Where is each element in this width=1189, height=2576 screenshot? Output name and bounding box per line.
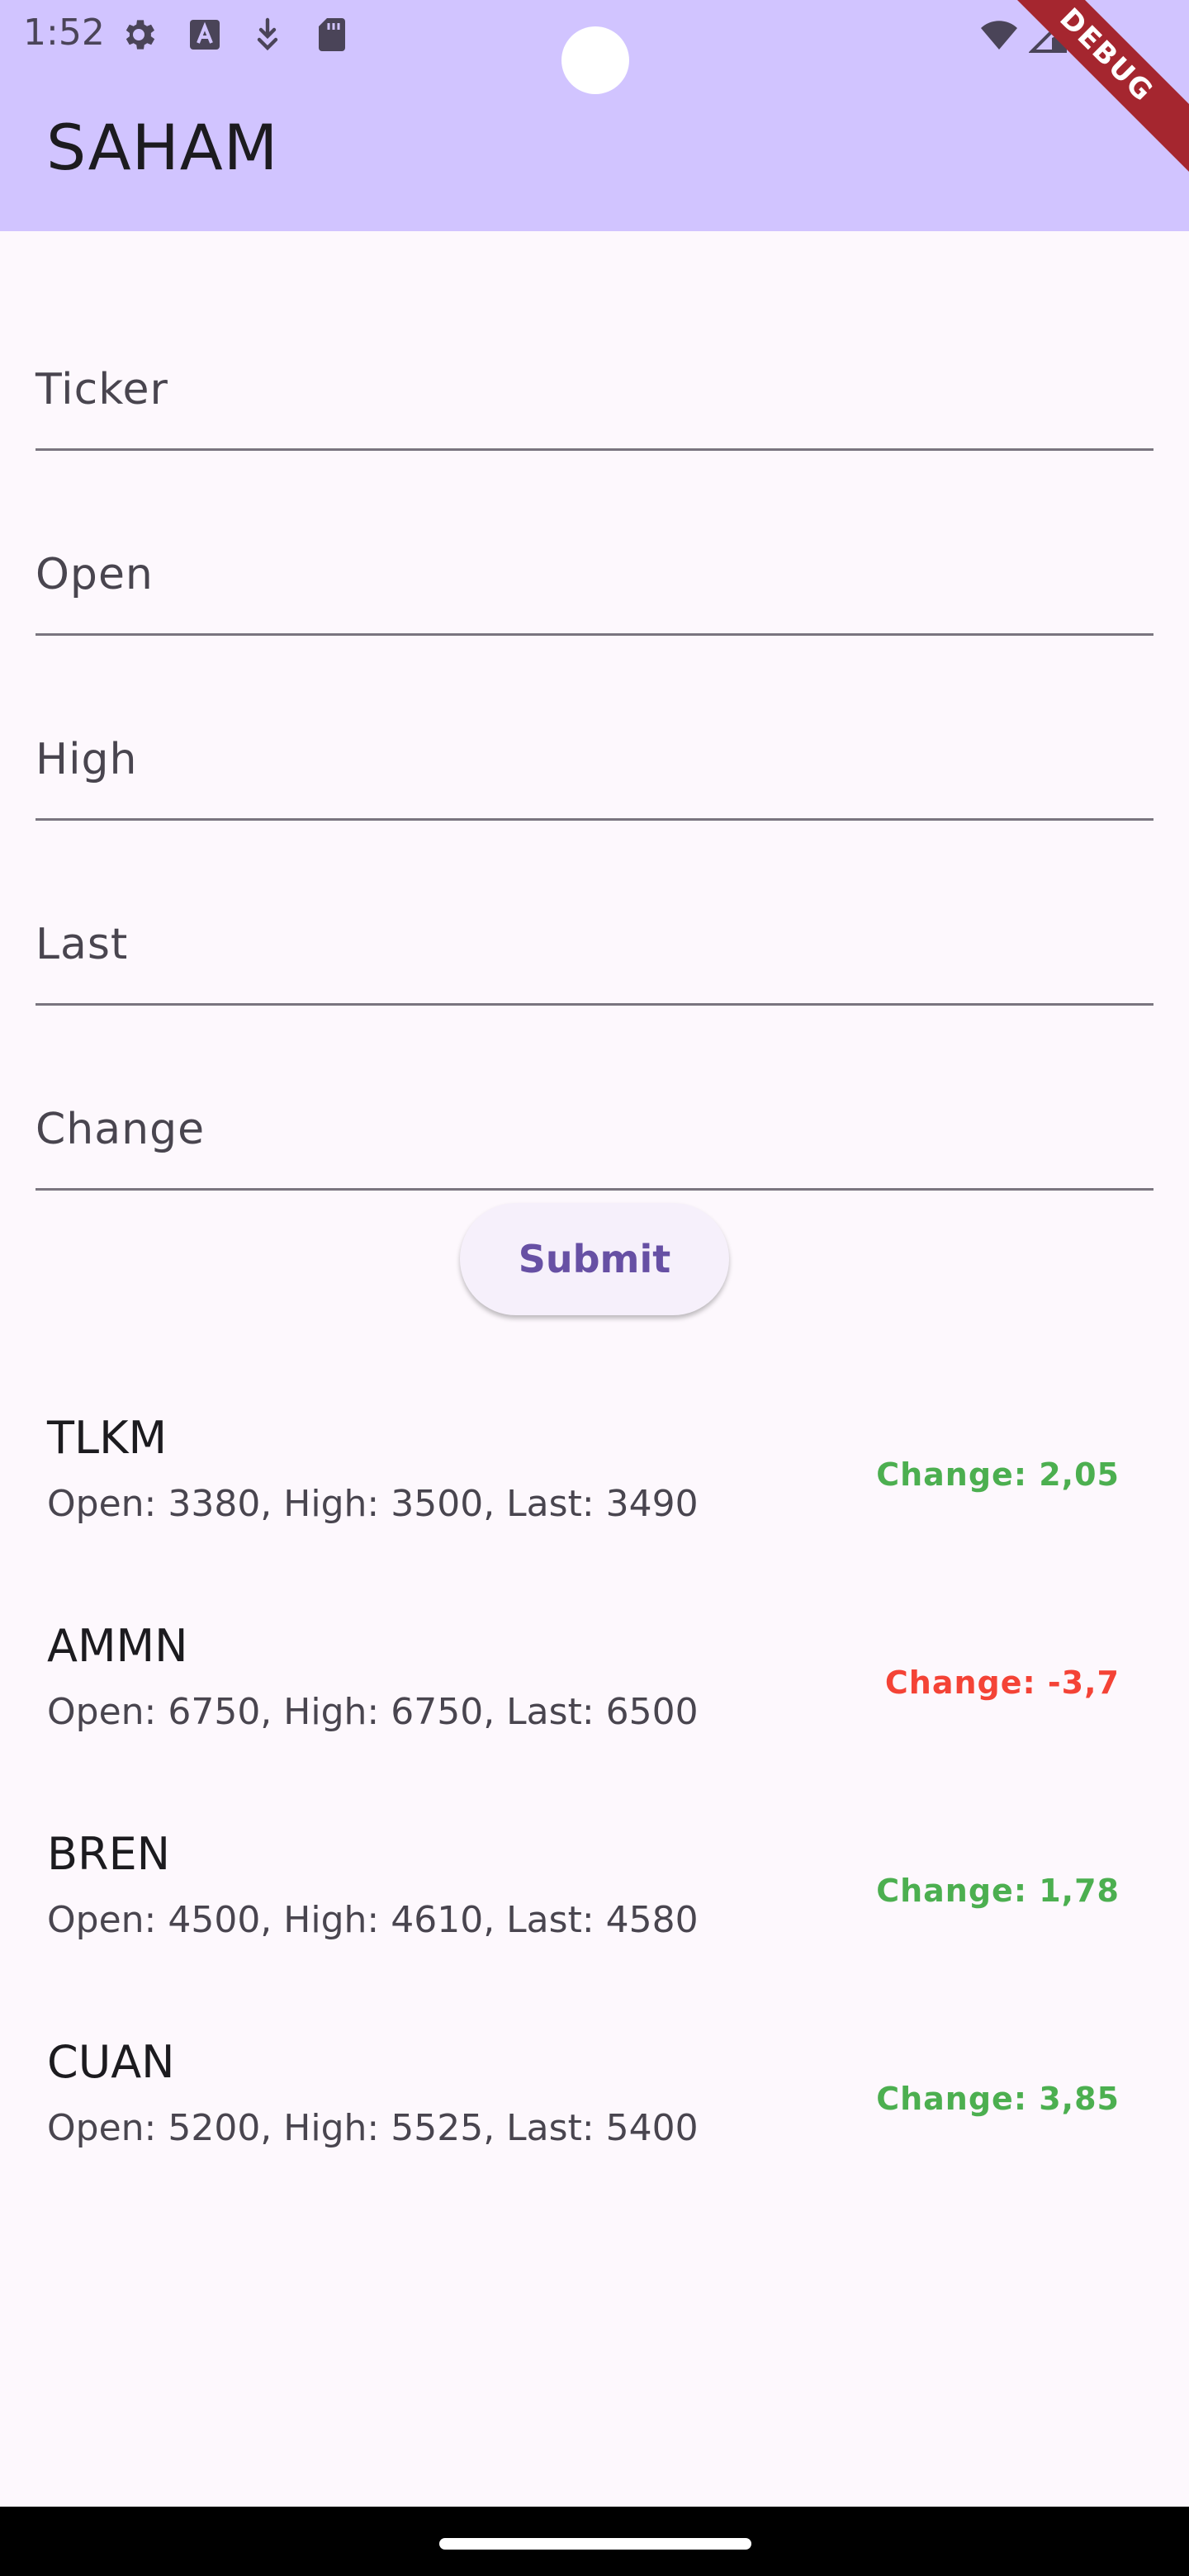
change-input[interactable] <box>36 1088 1153 1179</box>
list-item[interactable]: CUAN Open: 5200, High: 5525, Last: 5400 … <box>0 2028 1189 2234</box>
stock-ticker: TLKM <box>47 1412 168 1464</box>
stock-change: Change: 3,85 <box>876 2081 1120 2117</box>
stock-details: Open: 6750, High: 6750, Last: 6500 <box>47 1691 699 1733</box>
navigation-bar <box>0 2507 1189 2576</box>
status-time: 1:52 <box>23 12 105 54</box>
gear-icon <box>126 20 155 50</box>
app-bar: 1:52 SAHAM DEBUG <box>0 0 1189 231</box>
wifi-icon <box>981 21 1017 50</box>
high-field[interactable]: High <box>36 636 1153 821</box>
app-screen: 1:52 SAHAM DEBUG Ticker Open High Last C… <box>0 0 1189 2576</box>
page-title: SAHAM <box>46 111 279 184</box>
stock-change: Change: 1,78 <box>876 1873 1120 1909</box>
sd-card-icon <box>319 18 345 51</box>
stock-ticker: AMMN <box>47 1620 188 1672</box>
stock-change: Change: -3,7 <box>884 1664 1120 1701</box>
stock-ticker: CUAN <box>47 2036 175 2088</box>
stock-details: Open: 5200, High: 5525, Last: 5400 <box>47 2107 699 2149</box>
font-a-icon <box>190 20 220 50</box>
list-item[interactable]: BREN Open: 4500, High: 4610, Last: 4580 … <box>0 1820 1189 2026</box>
open-field[interactable]: Open <box>36 451 1153 636</box>
stock-change: Change: 2,05 <box>876 1456 1120 1493</box>
camera-cutout <box>561 26 629 94</box>
submit-button[interactable]: Submit <box>460 1203 729 1315</box>
open-input[interactable] <box>36 533 1153 624</box>
list-item[interactable]: TLKM Open: 3380, High: 3500, Last: 3490 … <box>0 1404 1189 1610</box>
list-item[interactable]: AMMN Open: 6750, High: 6750, Last: 6500 … <box>0 1612 1189 1818</box>
stock-ticker: BREN <box>47 1828 171 1880</box>
home-gesture-handle[interactable] <box>439 2538 751 2550</box>
stock-details: Open: 3380, High: 3500, Last: 3490 <box>47 1483 699 1525</box>
ticker-input[interactable] <box>36 348 1153 439</box>
download-icon <box>257 17 278 51</box>
last-field[interactable]: Last <box>36 821 1153 1006</box>
change-field[interactable]: Change <box>36 1006 1153 1191</box>
ticker-field[interactable]: Ticker <box>36 266 1153 451</box>
stock-details: Open: 4500, High: 4610, Last: 4580 <box>47 1899 699 1941</box>
last-input[interactable] <box>36 903 1153 994</box>
high-input[interactable] <box>36 718 1153 809</box>
